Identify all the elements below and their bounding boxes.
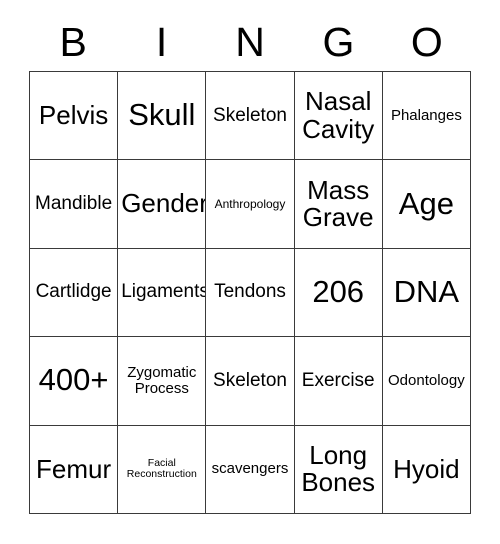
bingo-cell-label: 400+ (38, 362, 109, 398)
bingo-cell-label: Pelvis (38, 99, 109, 130)
bingo-cell-label: 206 (312, 274, 365, 310)
bingo-cell-label: Anthropology (214, 196, 286, 211)
header-letter-n: N (235, 19, 265, 65)
bingo-cell-label: Skeleton (213, 369, 287, 391)
bingo-cell[interactable]: DNA (382, 248, 471, 338)
bingo-cell[interactable]: Age (382, 160, 471, 249)
bingo-cell[interactable]: Pelvis (30, 72, 119, 161)
bingo-cell[interactable]: Nasal Cavity (294, 72, 383, 161)
bingo-grid: Pelvis Skull Skeleton Nasal Cavity Phala… (29, 71, 471, 514)
bingo-cell[interactable]: Phalanges (382, 72, 471, 161)
header-letter-i: I (155, 19, 168, 65)
bingo-cell-label: Hyoid (393, 453, 460, 484)
bingo-cell-label: Cartlidge (35, 281, 112, 303)
bingo-cell[interactable]: Femur (30, 425, 119, 514)
header-letter-g: G (322, 19, 355, 65)
bingo-cell-label: scavengers (211, 460, 289, 478)
bingo-cell[interactable]: Skeleton (206, 72, 295, 161)
bingo-cell[interactable]: Facial Reconstruction (118, 425, 207, 514)
bingo-cell[interactable]: scavengers (206, 425, 295, 514)
bingo-cell[interactable]: Ligaments (118, 248, 207, 338)
bingo-cell[interactable]: Skull (118, 72, 207, 161)
bingo-cell-label: Nasal Cavity (302, 86, 375, 144)
bingo-cell-label: Age (398, 185, 454, 221)
bingo-cell-label: DNA (393, 274, 460, 310)
bingo-cell[interactable]: Anthropology (206, 160, 295, 249)
bingo-card: B I N G O Pelvis Skull Skeleton Nasal Ca… (0, 0, 500, 544)
bingo-cell-label: Exercise (301, 369, 375, 391)
bingo-cell[interactable]: Tendons (206, 248, 295, 338)
bingo-cell-label: Odontology (388, 371, 465, 389)
header-letter-b: B (59, 19, 87, 65)
bingo-cell-label: Zygomatic Process (127, 364, 197, 397)
bingo-cell-label: Skeleton (213, 104, 287, 126)
bingo-cell[interactable]: Mass Grave (294, 160, 383, 249)
bingo-cell-label: Long Bones (301, 439, 376, 498)
bingo-header-row: B I N G O (29, 14, 471, 71)
bingo-cell[interactable]: Odontology (382, 337, 471, 426)
bingo-cell-label: Facial Reconstruction (126, 457, 197, 481)
bingo-cell[interactable]: Cartlidge (30, 248, 119, 338)
bingo-cell[interactable]: Long Bones (294, 425, 383, 514)
header-letter-o: O (410, 19, 443, 65)
bingo-cell-label: Femur (36, 453, 112, 484)
bingo-cell[interactable]: 400+ (30, 337, 119, 426)
bingo-cell-label: Gender (121, 188, 207, 219)
bingo-cell-label: Ligaments (121, 281, 207, 303)
bingo-cell-label: Mandible (35, 193, 113, 215)
bingo-cell-label: Skull (128, 97, 196, 133)
bingo-cell[interactable]: 206 (294, 248, 383, 338)
bingo-cell[interactable]: Mandible (30, 160, 119, 249)
bingo-cell[interactable]: Zygomatic Process (118, 337, 207, 426)
bingo-cell-label: Phalanges (390, 106, 462, 124)
bingo-cell[interactable]: Skeleton (206, 337, 295, 426)
bingo-cell[interactable]: Gender (118, 160, 207, 249)
bingo-cell[interactable]: Exercise (294, 337, 383, 426)
bingo-cell-label: Tendons (214, 281, 286, 303)
bingo-cell[interactable]: Hyoid (382, 425, 471, 514)
bingo-cell-label: Mass Grave (302, 174, 374, 233)
